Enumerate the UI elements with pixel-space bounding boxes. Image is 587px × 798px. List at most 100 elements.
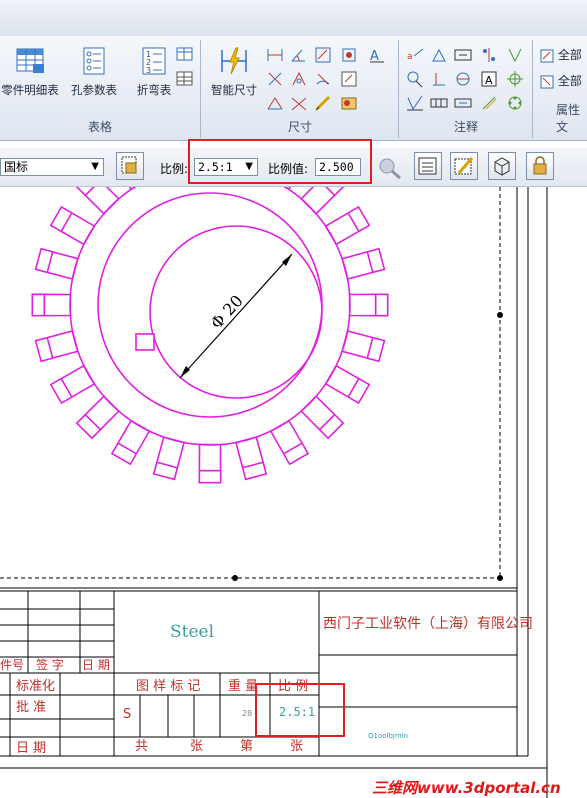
attribute-icon bbox=[540, 49, 554, 62]
attr-all-2-label: 全部 bbox=[557, 74, 582, 88]
gear-tooth-line bbox=[117, 442, 137, 455]
note-icon[interactable]: a bbox=[406, 46, 424, 64]
datum-target-icon[interactable] bbox=[454, 46, 472, 64]
svg-text:A: A bbox=[485, 74, 493, 87]
gear-tooth-line bbox=[84, 414, 101, 431]
gear-tooth-line bbox=[156, 461, 178, 469]
gear-tooth bbox=[34, 330, 79, 363]
smart-dimension-button[interactable]: 智能尺寸 bbox=[204, 44, 264, 112]
scale-value-block: 2.5:1 bbox=[279, 705, 315, 719]
ribbon-group-attribute: 全部 全部 属性文 bbox=[534, 40, 587, 138]
weight-label: 重 量 bbox=[228, 678, 258, 694]
baseline-dimension-icon[interactable] bbox=[290, 70, 308, 88]
lock-icon bbox=[533, 156, 547, 175]
hole-callout-icon[interactable] bbox=[454, 70, 472, 88]
gear-tooth bbox=[341, 247, 386, 280]
ribbon-group-annotation: a A 注释 bbox=[400, 40, 533, 138]
dimension-settings-icon[interactable] bbox=[340, 94, 358, 112]
gear-tooth bbox=[75, 187, 120, 215]
centerline-icon[interactable] bbox=[506, 46, 524, 64]
gear-tooth-line bbox=[366, 251, 374, 273]
angle-dimension-icon[interactable] bbox=[290, 46, 308, 64]
sample-marks-label: 图 样 标 记 bbox=[136, 679, 200, 694]
edit-view-icon bbox=[454, 157, 474, 175]
watermark-text: 三维网www.3dportal.cn bbox=[372, 779, 561, 797]
center-mark-icon[interactable] bbox=[480, 46, 498, 64]
gear-tooth bbox=[110, 419, 151, 466]
bom-table-label: 零件明细表 bbox=[1, 83, 59, 97]
gear-tooth bbox=[128, 187, 137, 191]
attr-all-1-label: 全部 bbox=[557, 48, 582, 62]
grid-small-icon[interactable] bbox=[176, 70, 194, 88]
arc-length-dimension-icon[interactable] bbox=[314, 70, 332, 88]
scale-highlight-box bbox=[188, 139, 372, 184]
surface-finish-icon[interactable] bbox=[406, 94, 424, 112]
horizontal-dimension-icon[interactable] bbox=[266, 46, 284, 64]
bend-table-button[interactable]: 1 2 3 折弯表 bbox=[124, 44, 184, 112]
datum-icon[interactable] bbox=[430, 46, 448, 64]
property-toolbar: 国标 ▼ 比例: 2.5:1 ▼ 比例值: 2.500 bbox=[0, 139, 587, 187]
view-properties-button[interactable] bbox=[116, 152, 144, 180]
diameter-dimension[interactable]: Φ 20 bbox=[179, 253, 293, 379]
ribbon-group-dimension: 智能尺寸 A 尺寸 bbox=[202, 40, 399, 138]
ordinate-dimension-icon[interactable] bbox=[266, 70, 284, 88]
attr-all-2[interactable]: 全部 bbox=[540, 72, 587, 92]
table-note-icon[interactable] bbox=[454, 94, 472, 112]
title-bar bbox=[0, 0, 587, 36]
text-box-icon[interactable]: A bbox=[480, 70, 498, 88]
coordinate-dimension-icon[interactable] bbox=[340, 46, 358, 64]
view-boundary[interactable] bbox=[0, 187, 503, 581]
balloon-icon[interactable] bbox=[406, 70, 424, 88]
view-list-button[interactable] bbox=[414, 152, 442, 180]
hole-table-icon bbox=[83, 47, 105, 75]
ribbon: 零件明细表 孔参数表 1 2 3 折弯表 表格 智能尺寸 A 尺寸 a A 注释… bbox=[0, 36, 587, 141]
gear-tooth bbox=[300, 187, 345, 215]
3d-view-button[interactable] bbox=[488, 152, 516, 180]
edit-dimension-icon[interactable] bbox=[314, 94, 332, 112]
bend-table-label: 折弯表 bbox=[136, 83, 172, 97]
lock-view-button[interactable] bbox=[526, 152, 554, 180]
gear-tooth bbox=[348, 293, 389, 317]
gear-tooth bbox=[324, 205, 371, 246]
sheets-label-2: 张 bbox=[290, 739, 303, 754]
gear-drawing[interactable] bbox=[31, 187, 389, 484]
date-label-top: 日 期 bbox=[82, 658, 110, 672]
weld-symbol-icon[interactable] bbox=[430, 70, 448, 88]
gear-tooth bbox=[152, 436, 185, 481]
chain-dimension-icon[interactable] bbox=[314, 46, 332, 64]
gear-tooth bbox=[75, 395, 120, 440]
bom-table-button[interactable]: 零件明细表 bbox=[0, 44, 60, 112]
gear-tooth bbox=[49, 205, 96, 246]
smart-dimension-icon bbox=[221, 47, 247, 75]
chevron-down-icon: ▼ bbox=[91, 161, 99, 172]
revision-icon[interactable] bbox=[480, 94, 498, 112]
chamfer-dimension-icon[interactable] bbox=[266, 94, 284, 112]
symmetric-dimension-icon[interactable] bbox=[290, 94, 308, 112]
attr-all-1[interactable]: 全部 bbox=[540, 46, 587, 66]
ribbon-group-dimension-label: 尺寸 bbox=[287, 120, 312, 134]
standardization-label: 标准化 bbox=[16, 679, 55, 694]
edit-view-button[interactable] bbox=[450, 152, 478, 180]
gear-tooth bbox=[235, 436, 268, 481]
gear-tooth bbox=[283, 187, 292, 191]
table-small-icon[interactable] bbox=[176, 46, 194, 64]
date-label: 日 期 bbox=[16, 741, 46, 756]
dimension-style-icon[interactable] bbox=[340, 70, 358, 88]
zoom-icon[interactable] bbox=[376, 154, 406, 180]
hole-table-button[interactable]: 孔参数表 bbox=[64, 44, 124, 112]
bolt-circle-icon[interactable] bbox=[506, 94, 524, 112]
crosshair-icon[interactable] bbox=[506, 70, 524, 88]
company-name: 西门子工业软件（上海）有限公司 bbox=[323, 616, 533, 632]
view-list-icon bbox=[418, 157, 437, 175]
svg-text:a: a bbox=[407, 52, 413, 62]
drawing-sheet[interactable]: Φ 20 Steel 西门子工业软件（上海）有限公司 件号 签 字 日 期 标准… bbox=[0, 187, 587, 798]
dimension-text-icon[interactable]: A bbox=[368, 46, 386, 64]
small-number: 28 bbox=[242, 709, 252, 718]
gear-tooth bbox=[324, 364, 371, 405]
gear-tooth-line bbox=[46, 337, 54, 359]
gear-tooth bbox=[34, 247, 79, 280]
geometric-tolerance-icon[interactable] bbox=[430, 94, 448, 112]
standard-select[interactable]: 国标 ▼ bbox=[0, 158, 104, 176]
ribbon-group-attribute-label: 属性文 bbox=[556, 103, 581, 134]
svg-text:3: 3 bbox=[146, 66, 151, 75]
